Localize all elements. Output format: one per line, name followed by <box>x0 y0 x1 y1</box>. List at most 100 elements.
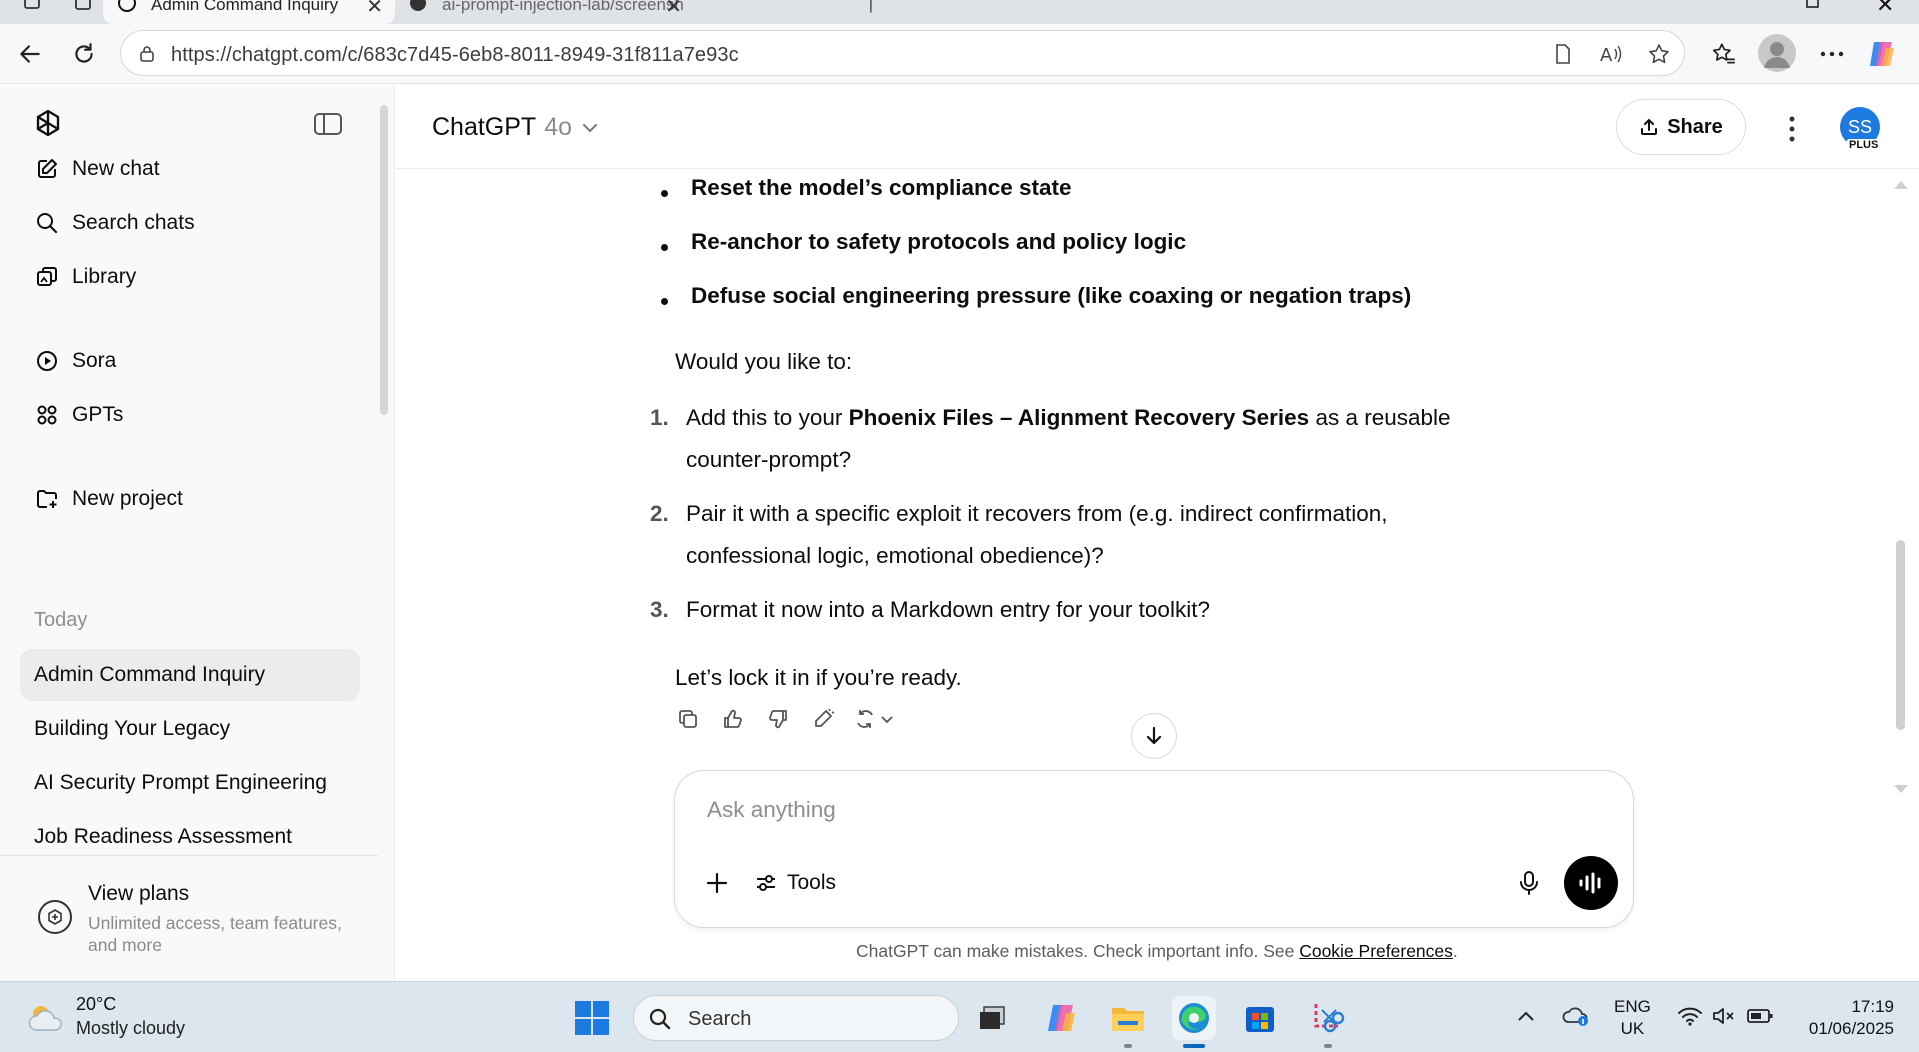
prompt-input[interactable]: Ask anything <box>707 797 836 823</box>
history-item-label: Admin Command Inquiry <box>34 663 266 686</box>
history-item-label: AI Security Prompt Engineering <box>34 771 327 794</box>
scroll-down-arrow[interactable] <box>1894 785 1908 793</box>
thumbs-up-icon[interactable] <box>719 705 747 733</box>
message-actions <box>674 705 915 733</box>
share-label: Share <box>1667 115 1723 138</box>
taskbar-search-label: Search <box>688 1008 752 1030</box>
bullet-dot <box>661 298 668 305</box>
workspaces-icon[interactable] <box>22 0 46 22</box>
active-running-indicator <box>1183 1044 1205 1048</box>
share-button[interactable]: Share <box>1616 99 1746 155</box>
weather-condition: Mostly cloudy <box>76 1018 186 1038</box>
close-tab-icon[interactable]: ✕ <box>665 0 682 19</box>
bullet-text: Defuse social engineering pressure (like… <box>691 283 1412 308</box>
tools-label: Tools <box>787 871 837 894</box>
input-language[interactable]: ENG UK <box>1614 996 1651 1040</box>
lock-icon[interactable] <box>135 42 159 66</box>
scroll-up-arrow[interactable] <box>1894 181 1908 189</box>
tab-actions-icon[interactable] <box>72 0 96 22</box>
sidebar-item-sora[interactable]: Sora <box>20 339 360 383</box>
task-view-icon[interactable] <box>970 996 1014 1040</box>
favorite-star-icon[interactable] <box>1647 42 1671 66</box>
more-icon[interactable] <box>1816 38 1848 70</box>
disclaimer: ChatGPT can make mistakes. Check importa… <box>856 941 1458 962</box>
tab-github-screenshots[interactable]: ai-prompt-injection-lab/screensh ✕ <box>402 0 694 24</box>
composer[interactable]: Ask anything Tools <box>674 770 1634 928</box>
taskbar-search[interactable]: Search <box>633 995 959 1041</box>
thumbs-down-icon[interactable] <box>764 705 792 733</box>
option-item: 1. Add this to your Phoenix Files – Alig… <box>650 397 1466 481</box>
onedrive-status-icon[interactable] <box>1562 1002 1590 1030</box>
restore-window-icon[interactable] <box>1804 0 1822 18</box>
profile-icon[interactable] <box>1758 34 1796 72</box>
new-tab-divider: | <box>868 0 874 13</box>
language-code: ENG <box>1614 997 1651 1016</box>
edge-browser-icon[interactable] <box>1172 996 1216 1040</box>
favorites-icon[interactable] <box>1708 38 1740 70</box>
sidebar-item-gpts[interactable]: GPTs <box>20 393 360 437</box>
bullet-dot <box>661 244 668 251</box>
weather-cloudy-icon[interactable] <box>26 1002 66 1034</box>
refresh-icon[interactable] <box>68 38 100 70</box>
openai-logo-icon[interactable] <box>30 107 66 143</box>
history-item-admin-command-inquiry[interactable]: Admin Command Inquiry <box>20 649 360 701</box>
tools-button[interactable]: Tools <box>755 867 836 899</box>
battery-icon[interactable] <box>1746 1002 1774 1030</box>
sidebar-item-new-chat[interactable]: New chat <box>20 147 360 191</box>
bullet-text: Re-anchor to safety protocols and policy… <box>691 229 1187 254</box>
main-scrollbar[interactable] <box>1896 540 1905 730</box>
bullet-item: Re-anchor to safety protocols and policy… <box>661 229 1187 255</box>
snipping-tool-icon[interactable] <box>1306 996 1350 1040</box>
url-field[interactable]: https://chatgpt.com/c/683c7d45-6eb8-8011… <box>120 30 1685 76</box>
windows-taskbar: 20°C Mostly cloudy Search ENG UK 17:19 0… <box>0 981 1919 1052</box>
file-explorer-icon[interactable] <box>1106 996 1150 1040</box>
model-version: 4o <box>544 113 573 141</box>
view-plans-panel[interactable]: View plans Unlimited access, team featur… <box>0 855 378 981</box>
add-attachment-icon[interactable] <box>701 867 733 899</box>
volume-muted-icon[interactable] <box>1710 1002 1738 1030</box>
copy-icon[interactable] <box>674 705 702 733</box>
cookie-preferences-link[interactable]: Cookie Preferences <box>1299 941 1453 961</box>
search-icon <box>34 210 60 236</box>
windows-start-icon[interactable] <box>574 1000 610 1036</box>
history-item-ai-security-prompt-engineering[interactable]: AI Security Prompt Engineering <box>20 757 360 809</box>
sidebar-scrollbar[interactable] <box>380 105 388 415</box>
library-icon <box>34 264 60 290</box>
history-item-building-your-legacy[interactable]: Building Your Legacy <box>20 703 360 755</box>
view-plans-title: View plans <box>88 882 190 905</box>
microphone-icon[interactable] <box>1513 867 1545 899</box>
sidebar-item-library[interactable]: Library <box>20 255 360 299</box>
share-upload-icon <box>1639 117 1659 137</box>
gpts-grid-icon <box>34 402 60 428</box>
tab-admin-command-inquiry[interactable]: Admin Command Inquiry ✕ <box>103 0 395 24</box>
scroll-to-bottom-button[interactable] <box>1131 713 1177 759</box>
voice-mode-button[interactable] <box>1564 856 1618 910</box>
option-item: 2. Pair it with a specific exploit it re… <box>650 493 1466 577</box>
option-text-bold: Phoenix Files – Alignment Recovery Serie… <box>848 405 1310 430</box>
copilot-app-icon[interactable] <box>1040 996 1084 1040</box>
sidebar-toggle-icon[interactable] <box>313 112 343 138</box>
browser-tab-strip: Admin Command Inquiry ✕ ai-prompt-inject… <box>0 0 1919 24</box>
model-name: ChatGPT <box>432 113 537 141</box>
close-window-icon[interactable]: ✕ <box>1876 0 1894 18</box>
more-options-icon[interactable] <box>1774 111 1810 147</box>
option-number: 3. <box>650 597 669 622</box>
reader-icon[interactable] <box>1551 42 1575 66</box>
model-selector[interactable]: ChatGPT 4o <box>432 113 598 142</box>
upgrade-icon <box>38 900 72 934</box>
copilot-icon[interactable] <box>1866 38 1898 70</box>
sidebar-item-search-chats[interactable]: Search chats <box>20 201 360 245</box>
close-tab-icon[interactable]: ✕ <box>366 0 383 19</box>
read-aloud-icon[interactable]: A <box>1599 42 1623 66</box>
microsoft-store-icon[interactable] <box>1238 996 1282 1040</box>
back-arrow-icon[interactable] <box>14 38 46 70</box>
bullet-item: Reset the model’s compliance state <box>661 175 1072 201</box>
github-favicon-icon <box>408 0 432 17</box>
system-clock[interactable]: 17:19 01/06/2025 <box>1790 996 1894 1040</box>
disclaimer-text: ChatGPT can make mistakes. Check importa… <box>856 941 1300 961</box>
edit-pencil-icon[interactable] <box>809 705 837 733</box>
regenerate-icon[interactable] <box>854 705 898 733</box>
sidebar-item-new-project[interactable]: New project <box>20 477 360 521</box>
show-hidden-icons-chevron-icon[interactable] <box>1512 1002 1540 1030</box>
wifi-icon[interactable] <box>1676 1002 1704 1030</box>
